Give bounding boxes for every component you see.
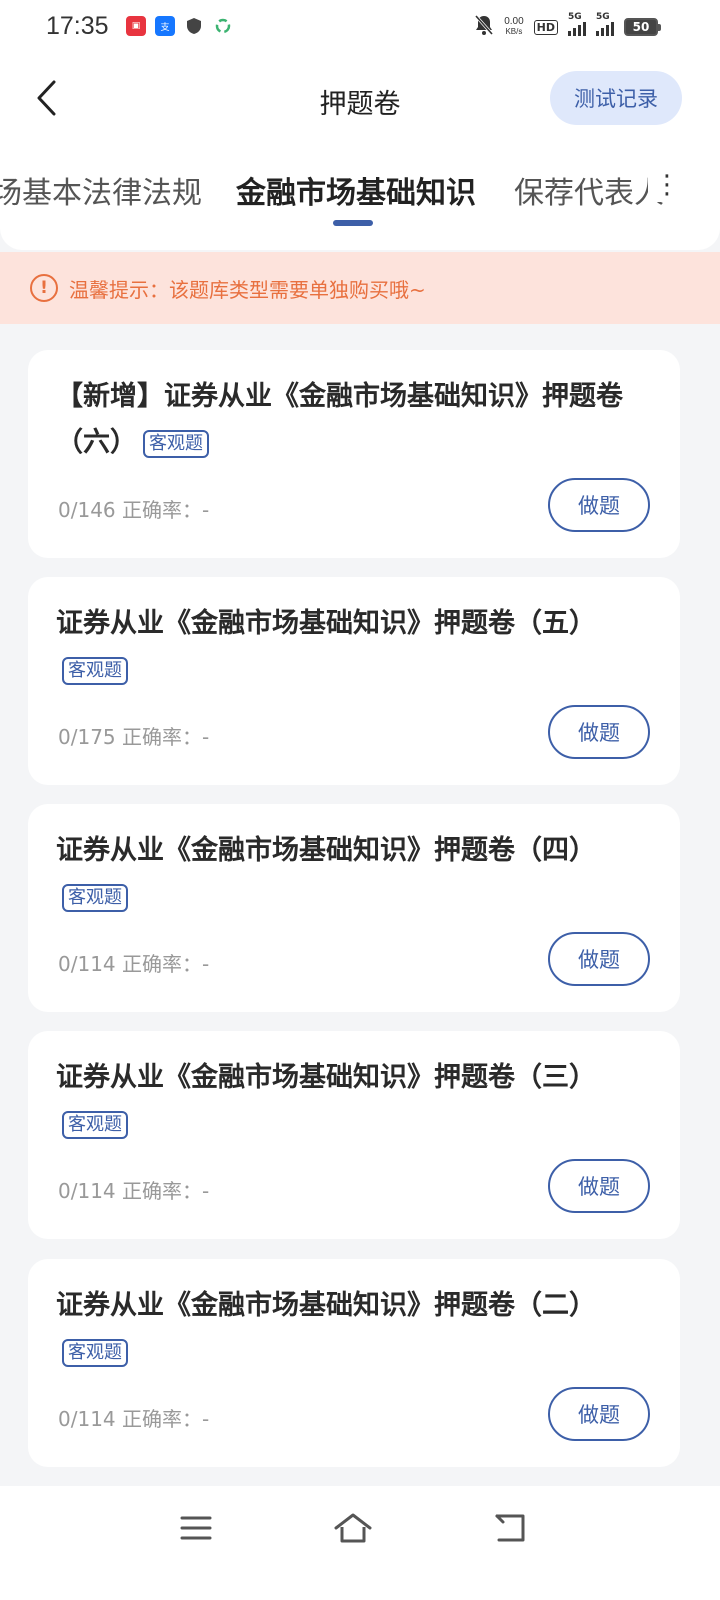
purchase-notice: ! 温馨提示：该题库类型需要单独购买哦~ xyxy=(0,252,720,324)
paper-title: 证券从业《金融市场基础知识》押题卷（三） 客观题 xyxy=(56,1055,654,1147)
type-tag: 客观题 xyxy=(62,1338,128,1367)
signal2-label: 5G xyxy=(596,12,610,22)
notice-text: 温馨提示：该题库类型需要单独购买哦~ xyxy=(69,277,426,302)
paper-stats: 0/146 正确率：- xyxy=(58,498,210,522)
system-icons: 0.00 KB/s HD 5G 5G 50 xyxy=(474,12,661,40)
category-tabs: 场基本法律法规 金融市场基础知识 保荐代表人 ⋮ xyxy=(0,146,720,250)
home-icon xyxy=(334,1513,372,1543)
paper-title-text: 证券从业《金融市场基础知识》押题卷（三） xyxy=(56,1062,596,1093)
back-nav-button[interactable] xyxy=(480,1508,540,1548)
status-bar: 17:35 ▣ 支 0.00 KB/s HD 5G 5G 50 xyxy=(0,0,720,56)
paper-stats: 0/175 正确率：- xyxy=(58,725,210,749)
warning-icon: ! xyxy=(30,274,58,302)
paper-card[interactable]: 证券从业《金融市场基础知识》押题卷（二） 客观题 0/114 正确率：- 做题 xyxy=(28,1259,680,1467)
header: 押题卷 测试记录 xyxy=(0,56,720,146)
alipay-icon: 支 xyxy=(155,16,175,36)
type-tag: 客观题 xyxy=(62,656,128,685)
type-tag: 客观题 xyxy=(143,429,209,458)
test-record-button[interactable]: 测试记录 xyxy=(550,71,682,125)
news-app-icon: ▣ xyxy=(126,16,146,36)
more-tabs-icon[interactable]: ⋮ xyxy=(648,168,680,202)
signal-icon-1: 5G xyxy=(568,12,586,36)
paper-card[interactable]: 证券从业《金融市场基础知识》押题卷（四） 客观题 0/114 正确率：- 做题 xyxy=(28,804,680,1012)
paper-stats: 0/114 正确率：- xyxy=(58,1407,210,1431)
home-button[interactable] xyxy=(323,1508,383,1548)
do-questions-button[interactable]: 做题 xyxy=(548,705,650,759)
do-questions-button[interactable]: 做题 xyxy=(548,1387,650,1441)
back-icon xyxy=(495,1514,525,1542)
type-tag: 客观题 xyxy=(62,1110,128,1139)
hd-badge: HD xyxy=(533,19,558,35)
system-nav-bar xyxy=(0,1486,720,1600)
tab-law[interactable]: 场基本法律法规 xyxy=(0,168,202,212)
menu-button[interactable] xyxy=(166,1508,226,1548)
paper-card[interactable]: 证券从业《金融市场基础知识》押题卷（五） 客观题 0/175 正确率：- 做题 xyxy=(28,577,680,785)
paper-title-text: 证券从业《金融市场基础知识》押题卷（五） xyxy=(56,608,596,639)
battery-icon: 50 xyxy=(624,18,661,36)
paper-title-text: 【新增】证券从业《金融市场基础知识》押题卷（六） xyxy=(56,381,623,458)
recycle-icon xyxy=(213,16,233,36)
paper-card[interactable]: 【新增】证券从业《金融市场基础知识》押题卷（六） 客观题 0/146 正确率：- … xyxy=(28,350,680,558)
do-questions-button[interactable]: 做题 xyxy=(548,478,650,532)
net-speed: 0.00 KB/s xyxy=(504,17,523,37)
paper-title: 证券从业《金融市场基础知识》押题卷（四） 客观题 xyxy=(56,828,654,920)
signal-icon-2: 5G xyxy=(596,12,614,36)
notification-icons: ▣ 支 xyxy=(126,16,233,36)
mute-icon xyxy=(474,14,494,40)
paper-title: 证券从业《金融市场基础知识》押题卷（二） 客观题 xyxy=(56,1283,654,1375)
do-questions-button[interactable]: 做题 xyxy=(548,1159,650,1213)
signal1-label: 5G xyxy=(568,12,582,22)
do-questions-button[interactable]: 做题 xyxy=(548,932,650,986)
paper-stats: 0/114 正确率：- xyxy=(58,1179,210,1203)
type-tag: 客观题 xyxy=(62,883,128,912)
active-tab-indicator xyxy=(333,220,373,226)
paper-title: 证券从业《金融市场基础知识》押题卷（五） 客观题 xyxy=(56,601,654,693)
status-time: 17:35 xyxy=(46,12,109,40)
tab-financial-market[interactable]: 金融市场基础知识 xyxy=(236,168,476,212)
shield-icon xyxy=(184,16,204,36)
paper-title-text: 证券从业《金融市场基础知识》押题卷（四） xyxy=(56,835,596,866)
paper-title: 【新增】证券从业《金融市场基础知识》押题卷（六） 客观题 xyxy=(56,374,654,466)
paper-title-text: 证券从业《金融市场基础知识》押题卷（二） xyxy=(56,1290,596,1321)
paper-stats: 0/114 正确率：- xyxy=(58,952,210,976)
paper-card[interactable]: 证券从业《金融市场基础知识》押题卷（三） 客观题 0/114 正确率：- 做题 xyxy=(28,1031,680,1239)
net-speed-value: 0.00 xyxy=(504,16,524,27)
menu-icon xyxy=(180,1516,212,1540)
tab-sponsor-rep[interactable]: 保荐代表人 xyxy=(514,168,664,212)
net-speed-unit: KB/s xyxy=(505,27,523,36)
